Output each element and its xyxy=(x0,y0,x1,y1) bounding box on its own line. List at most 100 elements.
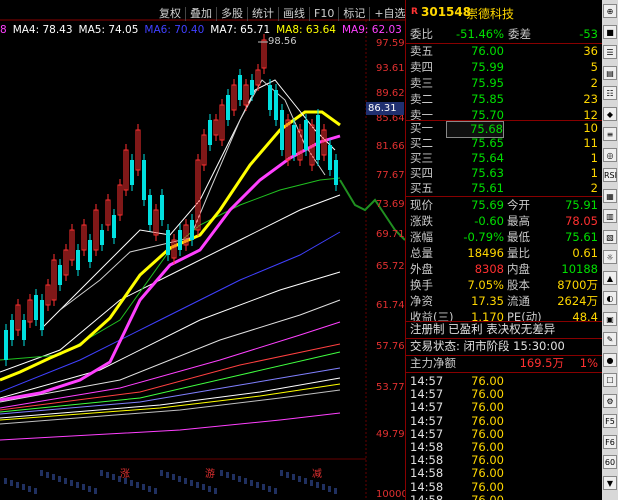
buy-price: 75.65 xyxy=(471,136,504,150)
marker-0: 涨 xyxy=(120,469,130,480)
candle-down xyxy=(328,145,332,170)
volume-bar xyxy=(130,480,133,486)
volume-bar xyxy=(232,474,235,480)
candle-down xyxy=(142,160,146,200)
buy-label: 买三 xyxy=(410,151,433,165)
quote-label: 总量 xyxy=(410,246,433,260)
quote-row: 换手 7.05% 股本 8700万 xyxy=(406,278,603,293)
side-tool-btn[interactable]: ▲ xyxy=(603,270,617,285)
volume-bar xyxy=(112,474,115,480)
side-tool-btn[interactable]: ▦ xyxy=(603,188,617,203)
buy-row: 买一 75.68 10 xyxy=(406,121,603,138)
side-tool-btn[interactable]: F6 xyxy=(603,434,617,449)
volume-bar xyxy=(154,488,157,494)
ma-legend-item: MA9: 62.03 xyxy=(341,24,402,36)
volume-bar xyxy=(166,472,169,478)
volume-bar xyxy=(244,478,247,484)
ma-line xyxy=(0,177,341,361)
ma-line xyxy=(0,412,341,441)
quote-panel: R 301548 崇德科技 委比 -51.46% 委差 -53 卖五 76.00 36 卖四 7… xyxy=(405,0,603,500)
candle-down xyxy=(22,320,26,340)
listing-flags: 注册制 已盈利 表决权无差异 xyxy=(410,322,556,336)
quote-label2: 今开 xyxy=(507,198,530,212)
side-tool-btn[interactable]: ✎ xyxy=(603,332,617,346)
candle-down xyxy=(112,215,116,238)
volume-bar xyxy=(10,480,13,486)
candle-down xyxy=(334,160,338,185)
side-tool-btn[interactable]: ☰ xyxy=(603,45,617,59)
ma-legend-item: MA7: 65.71 xyxy=(210,24,271,36)
toolbar-btn-3[interactable]: 统计 xyxy=(248,7,279,21)
side-tool-btn[interactable]: ◎ xyxy=(603,147,617,162)
volume-bar xyxy=(46,472,49,478)
toolbar-btn-5[interactable]: F10 xyxy=(310,7,340,21)
volume-bar xyxy=(82,484,85,490)
toolbar-btn-6[interactable]: 标记 xyxy=(339,7,371,21)
side-tool-btn[interactable]: ● xyxy=(603,352,617,367)
weibi-row: 委比 -51.46% 委差 -53 xyxy=(406,27,603,42)
candle-down xyxy=(40,300,44,330)
volume-bar xyxy=(196,482,199,488)
divider xyxy=(406,196,603,197)
quote-value2: 75.91 xyxy=(565,198,598,212)
candle-down xyxy=(274,90,278,120)
side-tool-btn[interactable]: RSI xyxy=(603,168,617,182)
marker-2: 减 xyxy=(312,469,322,480)
candle-down xyxy=(316,115,320,160)
quote-value: 7.05% xyxy=(467,278,504,292)
r-badge: R xyxy=(411,7,418,17)
side-tool-btn[interactable]: ■ xyxy=(603,24,617,39)
candle-down xyxy=(148,195,152,225)
side-tool-btn[interactable]: ◆ xyxy=(603,106,617,121)
ma-legend: 8 MA4: 78.43 MA5: 74.05 MA6: 70.40 MA7: 65.7… xyxy=(0,22,408,38)
volume-bar xyxy=(64,478,67,484)
volume-bar xyxy=(274,488,277,494)
price-axis-label: 49.79 xyxy=(376,429,405,440)
toolbar-btn-4[interactable]: 画线 xyxy=(279,7,310,21)
volume-bar xyxy=(22,484,25,490)
volume-bar xyxy=(16,482,19,488)
quote-label2: 最低 xyxy=(507,230,530,244)
price-axis-label: 57.76 xyxy=(376,341,405,352)
volume-bar xyxy=(40,470,43,476)
side-tool-btn[interactable]: ⊕ xyxy=(603,4,617,18)
sell-label: 卖二 xyxy=(410,92,433,106)
toolbar-btn-2[interactable]: 多股 xyxy=(217,7,248,21)
side-tool-btn[interactable]: ☐ xyxy=(603,373,617,387)
price-axis-label: 77.67 xyxy=(376,170,405,181)
ma-line xyxy=(39,79,336,331)
volume-bar xyxy=(178,476,181,482)
candle-down xyxy=(292,125,296,155)
side-tool-btn[interactable]: ▥ xyxy=(603,209,617,223)
weicha-value: -53 xyxy=(579,27,598,41)
side-tool-btn[interactable]: ☼ xyxy=(603,250,617,264)
volume-bar xyxy=(52,474,55,480)
volume-bar xyxy=(184,478,187,484)
buy-vol: 1 xyxy=(590,151,598,165)
side-tool-btn[interactable]: ▧ xyxy=(603,229,617,244)
quote-value: -0.79% xyxy=(463,230,504,244)
side-tool-btn[interactable]: ▼ xyxy=(603,475,617,490)
side-tool-btn[interactable]: ▤ xyxy=(603,65,617,80)
toolbar-btn-1[interactable]: 叠加 xyxy=(186,7,217,21)
toolbar-btn-0[interactable]: 复权 xyxy=(155,7,186,21)
side-tool-btn[interactable]: ☷ xyxy=(603,86,617,100)
side-tool-btn[interactable]: ▣ xyxy=(603,311,617,326)
tick-row: 14:58 76.00 xyxy=(406,493,603,500)
candle-down xyxy=(226,95,230,120)
side-tool-btn[interactable]: 60 xyxy=(603,455,617,469)
capital-label: 主力净额 xyxy=(410,356,456,370)
kline-chart[interactable]: 复权叠加多股统计画线F10标记+自选返回 8 MA4: 78.43 MA5: 74.… xyxy=(0,0,442,500)
quote-value: 8308 xyxy=(474,262,504,276)
side-tool-btn[interactable]: ⚙ xyxy=(603,393,617,408)
candle-down xyxy=(34,295,38,320)
sell-row: 卖四 75.99 5 xyxy=(406,60,603,75)
side-tool-btn[interactable]: F5 xyxy=(603,414,617,428)
kline-canvas[interactable] xyxy=(0,0,405,500)
buy-row: 买五 75.61 2 xyxy=(406,181,603,196)
side-tool-btn[interactable]: ◐ xyxy=(603,291,617,305)
volume-bar xyxy=(214,488,217,494)
side-tool-btn[interactable]: ≡ xyxy=(603,127,617,141)
quote-value2: 2624万 xyxy=(557,294,598,308)
quote-label2: 股本 xyxy=(507,278,530,292)
